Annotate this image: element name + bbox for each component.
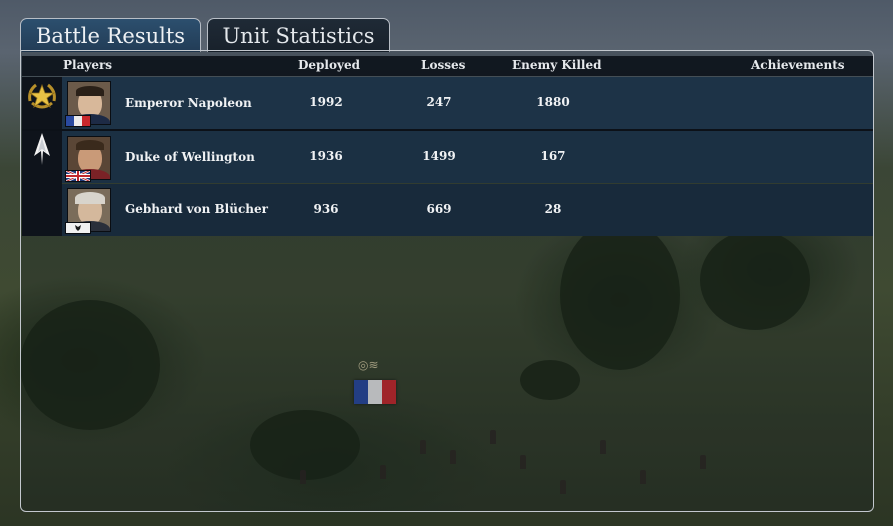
player-name: Emperor Napoleon [125, 96, 252, 110]
deployed-value: 1992 [309, 95, 343, 109]
column-header-deployed: Deployed [298, 58, 360, 72]
player-name: Duke of Wellington [125, 150, 255, 164]
losses-value: 247 [426, 95, 452, 109]
column-header-enemy-killed: Enemy Killed [512, 58, 602, 72]
white-arrowhead-icon [24, 131, 60, 167]
table-header: Players Deployed Losses Enemy Killed Ach… [22, 56, 873, 76]
team-bar-coalition [22, 131, 62, 236]
losses-value: 1499 [422, 149, 456, 163]
france-flag-icon [65, 115, 91, 127]
enemy-killed-value: 28 [544, 202, 562, 216]
losses-value: 669 [426, 202, 452, 216]
player-name: Gebhard von Blücher [125, 202, 268, 216]
gold-star-laurel-icon [22, 77, 62, 117]
prussia-flag-icon [65, 222, 91, 234]
union-jack-flag-icon [65, 170, 91, 182]
deployed-value: 1936 [309, 149, 343, 163]
column-header-losses: Losses [421, 58, 466, 72]
tab-unit-statistics[interactable]: Unit Statistics [207, 18, 390, 52]
enemy-killed-value: 1880 [536, 95, 570, 109]
team-bar-french [22, 77, 62, 129]
column-header-achievements: Achievements [751, 58, 845, 72]
enemy-killed-value: 167 [540, 149, 566, 163]
column-header-players: Players [63, 58, 113, 72]
tab-battle-results[interactable]: Battle Results [20, 18, 201, 52]
deployed-value: 936 [313, 202, 339, 216]
